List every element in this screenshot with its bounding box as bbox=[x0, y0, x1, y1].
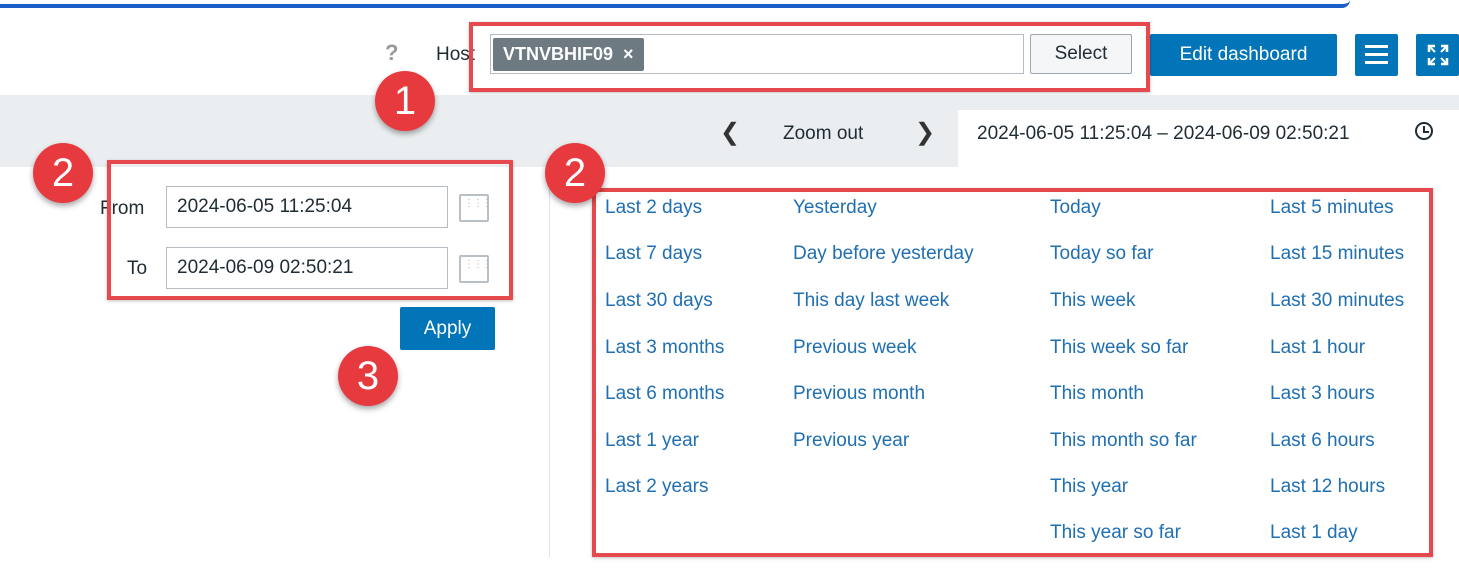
annotation-badge-1: 1 bbox=[375, 71, 435, 131]
annotation-badge-2: 2 bbox=[545, 143, 605, 203]
apply-button[interactable]: Apply bbox=[400, 307, 495, 350]
highlight-quick-ranges bbox=[592, 188, 1433, 557]
annotation-badge-2: 2 bbox=[33, 143, 93, 203]
zoom-out-button[interactable]: Zoom out bbox=[783, 123, 863, 145]
highlight-host-filter bbox=[469, 22, 1150, 92]
annotation-badge-3: 3 bbox=[338, 346, 398, 406]
help-icon[interactable]: ? bbox=[385, 40, 398, 66]
time-range-label[interactable]: 2024-06-05 11:25:04 – 2024-06-09 02:50:2… bbox=[977, 123, 1350, 145]
fullscreen-icon[interactable] bbox=[1416, 34, 1459, 76]
divider bbox=[549, 167, 550, 557]
edit-dashboard-button[interactable]: Edit dashboard bbox=[1150, 34, 1337, 76]
clock-icon[interactable] bbox=[1415, 122, 1433, 140]
highlight-date-inputs bbox=[107, 160, 513, 300]
chevron-left-icon[interactable]: ❮ bbox=[720, 118, 740, 147]
hamburger-menu-icon[interactable] bbox=[1355, 34, 1398, 76]
top-strip bbox=[0, 0, 1350, 8]
chevron-right-icon[interactable]: ❯ bbox=[915, 118, 935, 147]
